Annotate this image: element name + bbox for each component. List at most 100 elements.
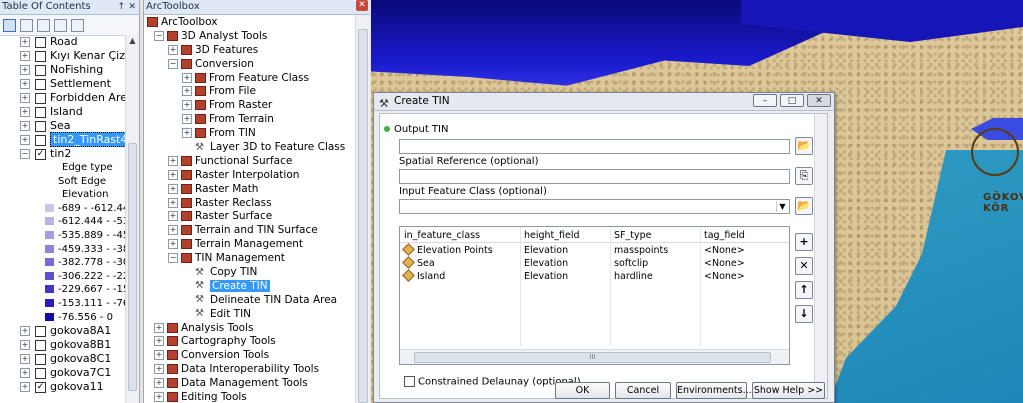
tool-item[interactable]: ⚒ Edit TIN [144, 308, 356, 322]
layer-name[interactable]: gokova8B1 [50, 338, 111, 351]
toolset-item[interactable]: + From Feature Class [144, 72, 356, 86]
toolset-item[interactable]: + Raster Interpolation [144, 169, 356, 183]
toolset-item[interactable]: + Data Interoperability Tools [144, 363, 356, 377]
pin-icon[interactable]: ↑ [117, 0, 125, 14]
expand-icon[interactable]: + [20, 93, 30, 103]
toc-layer-row[interactable]: + gokova8C1 [0, 352, 126, 366]
spatial-reference-button[interactable]: ⎘ [795, 167, 813, 185]
toc-layer-row[interactable]: + Kıyı Kenar Çizgisi [0, 49, 139, 63]
layer-name[interactable]: Road [50, 35, 78, 48]
toolset-item[interactable]: + Raster Reclass [144, 197, 356, 211]
close-button[interactable]: ✕ [807, 94, 831, 107]
scroll-thumb[interactable] [358, 29, 368, 403]
toc-layer-row[interactable]: + Road [0, 35, 126, 49]
scroll-up-icon[interactable]: ▲ [126, 35, 139, 47]
toc-layer-row[interactable]: + NoFishing [0, 63, 126, 77]
toc-layer-row[interactable]: + Sea [0, 119, 126, 133]
remove-row-button[interactable]: ✕ [795, 257, 813, 275]
toc-layer-row[interactable]: + gokova7C1 [0, 366, 126, 380]
table-cell[interactable]: <None> [704, 270, 745, 283]
close-icon[interactable]: ✕ [356, 0, 368, 11]
toolset-item[interactable]: + From File [144, 85, 356, 99]
toolset-item[interactable]: − TIN Management [144, 252, 356, 266]
toc-layer-row[interactable]: + ✓ gokova11 [0, 380, 126, 394]
browse-folder-button[interactable]: 📂 [795, 137, 813, 155]
expand-icon[interactable]: + [182, 128, 192, 139]
output-tin-input[interactable] [399, 139, 790, 154]
column-header[interactable]: in_feature_class [404, 229, 480, 242]
expand-icon[interactable]: + [182, 114, 192, 125]
expand-icon[interactable]: + [154, 378, 164, 389]
layer-name[interactable]: tin2_TinRast4 [50, 132, 131, 147]
expand-icon[interactable]: − [168, 253, 178, 264]
expand-icon[interactable]: + [168, 225, 178, 236]
expand-icon[interactable]: + [20, 135, 30, 145]
chevron-down-icon[interactable]: ▼ [776, 201, 788, 212]
toolset-item[interactable]: + Editing Tools [144, 391, 356, 403]
visibility-checkbox[interactable] [35, 367, 46, 379]
expand-icon[interactable]: + [168, 44, 178, 55]
toolset-item[interactable]: + Functional Surface [144, 155, 356, 169]
toolset-item[interactable]: + From TIN [144, 127, 356, 141]
toolset-item[interactable]: − 3D Analyst Tools [144, 30, 356, 44]
column-header[interactable]: height_field [524, 229, 580, 242]
spatial-reference-input[interactable] [399, 169, 790, 184]
toolset-item[interactable]: + Terrain and TIN Surface [144, 224, 356, 238]
expand-icon[interactable]: + [182, 100, 192, 111]
table-cell[interactable]: Sea [402, 256, 435, 270]
toolset-item[interactable]: + Data Management Tools [144, 377, 356, 391]
table-cell[interactable]: Elevation [524, 257, 568, 270]
toolset-item[interactable]: + From Terrain [144, 113, 356, 127]
toolset-item[interactable]: − Conversion [144, 58, 356, 72]
scroll-thumb[interactable]: III [414, 352, 771, 363]
visibility-checkbox[interactable] [35, 64, 46, 76]
toolset-item[interactable]: + Analysis Tools [144, 322, 356, 336]
expand-icon[interactable]: + [20, 326, 30, 337]
expand-icon[interactable]: + [168, 155, 178, 166]
toc-layer-row[interactable]: + tin2_TinRast4 [0, 132, 131, 147]
layer-name[interactable]: Forbidden Area [50, 91, 134, 104]
table-row[interactable]: Island Elevation hardline <None> [400, 269, 789, 283]
visibility-checkbox[interactable] [35, 134, 46, 146]
expand-icon[interactable]: + [20, 382, 30, 393]
browse-folder-button[interactable]: 📂 [795, 197, 813, 215]
visibility-checkbox[interactable] [35, 106, 46, 118]
visibility-checkbox[interactable] [35, 353, 46, 365]
list-by-source-icon[interactable] [20, 18, 33, 32]
close-icon[interactable]: ✕ [128, 0, 136, 14]
table-row[interactable]: Elevation Points Elevation masspoints <None… [400, 243, 789, 257]
toolset-item[interactable]: + Raster Math [144, 183, 356, 197]
show-help-button[interactable]: Show Help >> [752, 382, 825, 399]
table-cell[interactable]: masspoints [614, 244, 668, 257]
table-cell[interactable]: Elevation Points [402, 243, 493, 257]
expand-icon[interactable]: − [154, 30, 164, 41]
toc-layer-row[interactable]: + gokova8B1 [0, 338, 126, 352]
tool-item[interactable]: ⚒ Delineate TIN Data Area [144, 294, 356, 308]
table-cell[interactable]: Elevation [524, 270, 568, 283]
expand-icon[interactable]: + [20, 368, 30, 379]
ok-button[interactable]: OK [555, 382, 610, 399]
toolset-item[interactable]: + Terrain Management [144, 238, 356, 252]
list-by-drawing-order-icon[interactable] [3, 18, 16, 32]
table-cell[interactable]: softclip [614, 257, 648, 270]
expand-icon[interactable]: + [20, 65, 30, 75]
expand-icon[interactable]: + [182, 86, 192, 97]
layer-name[interactable]: gokova11 [50, 380, 104, 393]
column-header[interactable]: tag_field [704, 229, 745, 242]
expand-icon[interactable]: + [182, 72, 192, 83]
expand-icon[interactable]: + [154, 350, 164, 361]
toolset-item[interactable]: + Conversion Tools [144, 349, 356, 363]
visibility-checkbox[interactable] [35, 325, 46, 337]
expand-icon[interactable]: + [154, 364, 164, 375]
expand-icon[interactable]: + [20, 107, 30, 117]
table-cell[interactable]: Island [402, 269, 445, 283]
layer-name[interactable]: tin2 [50, 147, 71, 160]
expand-icon[interactable]: + [168, 169, 178, 180]
dialog-title-bar[interactable]: ⚒ Create TIN – □ ✕ [374, 93, 834, 111]
input-feature-class-combo[interactable]: ▼ [399, 199, 790, 214]
expand-icon[interactable]: + [20, 340, 30, 351]
table-hscrollbar[interactable]: III [400, 349, 789, 364]
table-cell[interactable]: Elevation [524, 244, 568, 257]
visibility-checkbox[interactable] [35, 120, 46, 132]
visibility-checkbox[interactable] [35, 50, 46, 62]
